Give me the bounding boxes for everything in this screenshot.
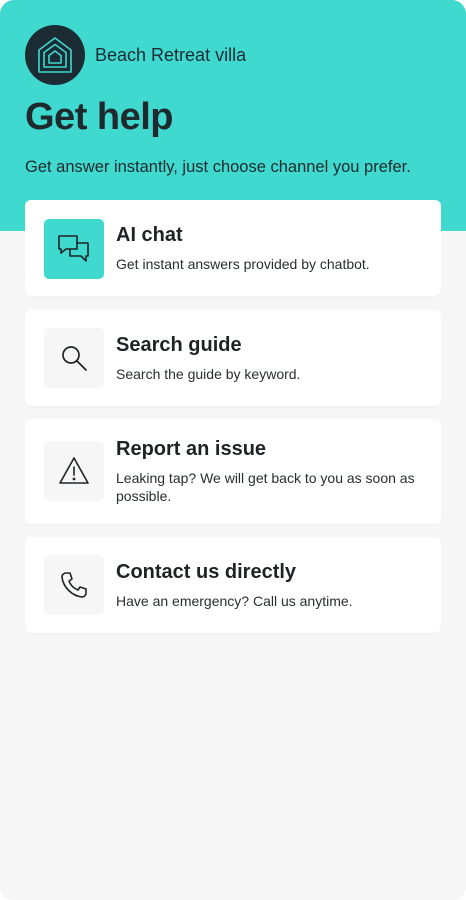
house-icon [25,25,85,85]
search-icon [44,328,104,388]
report-issue-option[interactable]: Report an issue Leaking tap? We will get… [25,419,441,524]
chat-bubbles-icon [44,219,104,279]
search-guide-option[interactable]: Search guide Search the guide by keyword… [25,310,441,406]
option-title: Search guide [116,334,242,356]
phone-icon [44,555,104,615]
ai-chat-option[interactable]: AI chat Get instant answers provided by … [25,200,441,296]
warning-icon [44,441,104,501]
property-name: Beach Retreat villa [95,44,247,65]
option-description: Get instant answers provided by chatbot. [116,256,370,272]
option-title: AI chat [116,224,183,246]
contact-us-option[interactable]: Contact us directly Have an emergency? C… [25,537,441,633]
page-title: Get help [25,96,174,138]
help-screen: Beach Retreat villa Get help Get answer … [0,0,466,900]
page-subtitle: Get answer instantly, just choose channe… [25,158,411,176]
option-title: Report an issue [116,438,267,460]
option-description: Have an emergency? Call us anytime. [116,593,353,609]
option-description: Leaking tap? We will get back to you as … [116,470,415,504]
option-title: Contact us directly [116,561,297,583]
option-description: Search the guide by keyword. [116,366,301,382]
property-brand: Beach Retreat villa [25,25,246,85]
